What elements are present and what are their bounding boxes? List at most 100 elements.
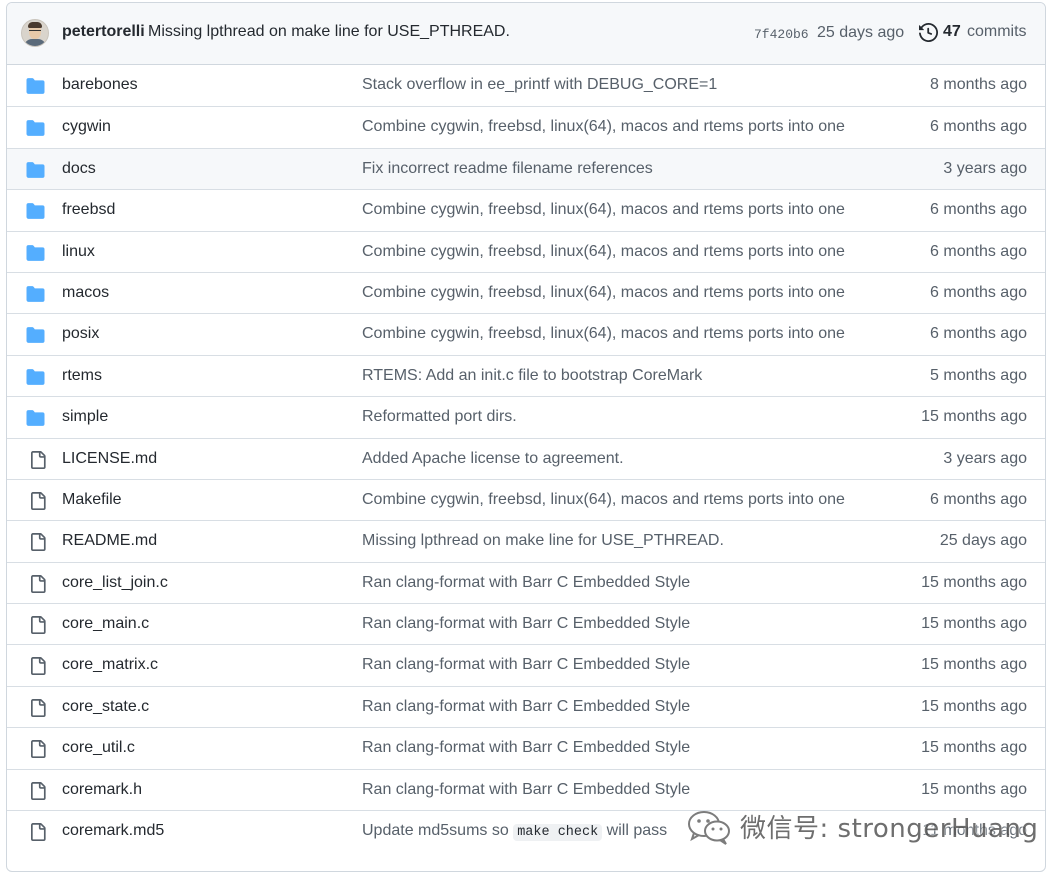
- file-icon: [31, 533, 46, 552]
- file-name-link[interactable]: core_util.c: [62, 739, 135, 757]
- commit-time: 15 months ago: [921, 780, 1027, 798]
- file-row[interactable]: core_matrix.c Ran clang-format with Barr …: [7, 644, 1045, 685]
- folder-name-link[interactable]: docs: [62, 160, 96, 178]
- commits-count[interactable]: 47: [943, 23, 961, 41]
- file-row[interactable]: barebones Stack overflow in ee_printf wit…: [7, 65, 1045, 106]
- commit-time: 3 years ago: [943, 159, 1027, 177]
- commit-message-part: Update md5sums so: [362, 822, 514, 840]
- commit-message-link[interactable]: Combine cygwin, freebsd, linux(64), maco…: [362, 284, 845, 302]
- commit-message-link[interactable]: Ran clang-format with Barr C Embedded St…: [362, 574, 690, 592]
- file-icon: [31, 450, 46, 469]
- file-name-link[interactable]: README.md: [62, 532, 157, 550]
- file-name-link[interactable]: core_main.c: [62, 615, 149, 633]
- file-row[interactable]: README.md Missing lpthread on make line f…: [7, 520, 1045, 561]
- file-icon: [31, 657, 46, 676]
- file-row[interactable]: linux Combine cygwin, freebsd, linux(64),…: [7, 230, 1045, 272]
- commit-time: 6 months ago: [930, 325, 1027, 343]
- commit-message-link[interactable]: Fix incorrect readme filename references: [362, 160, 653, 178]
- commit-time: 5 months ago: [930, 366, 1027, 384]
- latest-commit-message[interactable]: Missing lpthread on make line for USE_PT…: [148, 23, 510, 41]
- commit-message-link[interactable]: Ran clang-format with Barr C Embedded St…: [362, 739, 690, 757]
- commit-message-link[interactable]: RTEMS: Add an init.c file to bootstrap C…: [362, 367, 702, 385]
- file-row[interactable]: core_util.c Ran clang-format with Barr C …: [7, 727, 1045, 768]
- latest-commit-bar: petertorelli Missing lpthread on make li…: [7, 3, 1045, 65]
- file-row[interactable]: rtems RTEMS: Add an init.c file to bootst…: [7, 354, 1045, 396]
- commit-sha-link[interactable]: 7f420b6: [754, 27, 809, 42]
- commit-time: 15 months ago: [921, 573, 1027, 591]
- commit-message-link[interactable]: Ran clang-format with Barr C Embedded St…: [362, 698, 690, 716]
- file-row[interactable]: coremark.h Ran clang-format with Barr C E…: [7, 768, 1045, 810]
- file-name-link[interactable]: coremark.h: [62, 781, 142, 799]
- commit-author-link[interactable]: petertorelli: [62, 23, 145, 41]
- commit-time: 6 months ago: [930, 283, 1027, 301]
- file-row[interactable]: core_state.c Ran clang-format with Barr C…: [7, 685, 1045, 727]
- folder-name-link[interactable]: simple: [62, 408, 108, 426]
- commit-message-link[interactable]: Combine cygwin, freebsd, linux(64), maco…: [362, 243, 845, 261]
- avatar[interactable]: [21, 19, 49, 47]
- folder-icon: [26, 368, 45, 385]
- commit-message-link[interactable]: Added Apache license to agreement.: [362, 450, 624, 468]
- commit-time: 8 months ago: [930, 76, 1027, 93]
- commit-time: 25 days ago: [939, 532, 1027, 550]
- file-icon: [31, 823, 46, 842]
- commit-time: 3 years ago: [943, 449, 1027, 467]
- history-icon[interactable]: [919, 23, 938, 42]
- commit-time: 25 days ago: [817, 24, 905, 41]
- folder-icon: [26, 244, 45, 261]
- file-icon: [31, 698, 46, 717]
- file-row[interactable]: simple Reformatted port dirs. 15 months ag…: [7, 396, 1045, 437]
- file-row[interactable]: posix Combine cygwin, freebsd, linux(64),…: [7, 313, 1045, 354]
- file-row[interactable]: core_main.c Ran clang-format with Barr C …: [7, 603, 1045, 644]
- folder-icon: [26, 120, 45, 137]
- commit-message-link[interactable]: Combine cygwin, freebsd, linux(64), maco…: [362, 491, 845, 509]
- commit-time: 15 months ago: [921, 739, 1027, 757]
- inline-code: make check: [513, 824, 603, 842]
- file-name-link[interactable]: core_state.c: [62, 698, 149, 716]
- folder-name-link[interactable]: rtems: [62, 367, 102, 385]
- file-row[interactable]: core_list_join.c Ran clang-format with Ba…: [7, 561, 1045, 603]
- commit-message-link[interactable]: Reformatted port dirs.: [362, 408, 517, 426]
- file-name-link[interactable]: LICENSE.md: [62, 450, 157, 468]
- commit-time: 6 months ago: [930, 118, 1027, 136]
- file-row[interactable]: macos Combine cygwin, freebsd, linux(64),…: [7, 271, 1045, 313]
- folder-name-link[interactable]: freebsd: [62, 201, 115, 219]
- file-icon: [31, 781, 46, 800]
- folder-name-link[interactable]: linux: [62, 243, 95, 261]
- file-row[interactable]: freebsd Combine cygwin, freebsd, linux(64…: [7, 189, 1045, 230]
- folder-name-link[interactable]: cygwin: [62, 118, 111, 136]
- wechat-icon: [688, 810, 730, 845]
- commit-time: 15 months ago: [921, 697, 1027, 715]
- commit-message-link[interactable]: Update md5sums so make check will pass: [362, 822, 668, 842]
- folder-name-link[interactable]: posix: [62, 325, 99, 343]
- commit-message-link[interactable]: Ran clang-format with Barr C Embedded St…: [362, 615, 690, 633]
- file-icon: [31, 574, 46, 593]
- folder-name-link[interactable]: macos: [62, 284, 109, 302]
- file-name-link[interactable]: coremark.md5: [62, 822, 164, 840]
- folder-icon: [26, 161, 45, 178]
- watermark-text: 微信号: strongerHuang: [740, 814, 1039, 844]
- file-row[interactable]: LICENSE.md Added Apache license to agreem…: [7, 437, 1045, 479]
- commit-message-link[interactable]: Combine cygwin, freebsd, linux(64), maco…: [362, 325, 845, 343]
- folder-icon: [26, 410, 45, 426]
- file-row[interactable]: cygwin Combine cygwin, freebsd, linux(64)…: [7, 106, 1045, 147]
- commit-message-link[interactable]: Missing lpthread on make line for USE_PT…: [362, 532, 724, 550]
- file-browser: petertorelli Missing lpthread on make li…: [6, 2, 1046, 872]
- file-name-link[interactable]: Makefile: [62, 491, 122, 509]
- file-row[interactable]: docs Fix incorrect readme filename refere…: [7, 147, 1045, 190]
- folder-icon: [26, 286, 45, 302]
- commit-message-link[interactable]: Ran clang-format with Barr C Embedded St…: [362, 781, 690, 799]
- commit-time: 15 months ago: [921, 408, 1027, 426]
- commit-message-link[interactable]: Combine cygwin, freebsd, linux(64), maco…: [362, 201, 845, 219]
- commit-message-link[interactable]: Stack overflow in ee_printf with DEBUG_C…: [362, 76, 717, 94]
- folder-icon: [26, 203, 45, 220]
- commit-message-link[interactable]: Combine cygwin, freebsd, linux(64), maco…: [362, 118, 845, 136]
- file-row[interactable]: Makefile Combine cygwin, freebsd, linux(6…: [7, 478, 1045, 520]
- commit-message-part: will pass: [602, 822, 668, 840]
- commit-message-link[interactable]: Ran clang-format with Barr C Embedded St…: [362, 656, 690, 674]
- folder-name-link[interactable]: barebones: [62, 76, 138, 94]
- folder-icon: [26, 327, 45, 344]
- folder-icon: [26, 78, 45, 94]
- commits-link[interactable]: commits: [967, 23, 1027, 41]
- file-name-link[interactable]: core_list_join.c: [62, 574, 168, 592]
- file-name-link[interactable]: core_matrix.c: [62, 656, 158, 674]
